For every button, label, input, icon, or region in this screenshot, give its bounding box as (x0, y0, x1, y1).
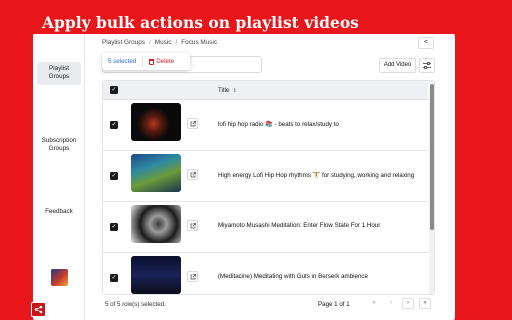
breadcrumb-separator: / (148, 39, 151, 46)
view-settings-button[interactable] (419, 58, 435, 73)
main-panel: Playlist Groups / Music / Focus Music < 5 se… (85, 34, 455, 320)
avatar[interactable] (51, 269, 68, 286)
selection-summary: 5 of 5 row(s) selected. (105, 301, 166, 308)
open-video-button[interactable] (187, 271, 198, 282)
sidebar-item-label: Subscription (41, 137, 77, 144)
open-video-button[interactable] (187, 220, 198, 231)
open-video-button[interactable] (187, 169, 198, 180)
table-row: ✓ High energy Lofi Hip Hop rhythms 🏋 for… (103, 151, 428, 202)
delete-button[interactable]: Delete (143, 58, 180, 65)
sidebar: Playlist Groups Subscription Groups Feed… (33, 34, 85, 320)
page-indicator: Page 1 of 1 (318, 301, 350, 308)
video-title: High energy Lofi Hip Hop rhythms 🏋 for s… (218, 172, 415, 179)
sidebar-item-subscription-groups[interactable]: Subscription Groups (37, 137, 81, 157)
add-video-button[interactable]: Add Video (379, 58, 416, 73)
sliders-icon (423, 62, 431, 69)
delete-label: Delete (156, 58, 175, 65)
first-page-button[interactable]: « (368, 298, 380, 309)
promo-title: Apply bulk actions on playlist videos (42, 13, 359, 32)
external-link-icon (190, 273, 196, 279)
breadcrumb-item-playlist-groups[interactable]: Playlist Groups (102, 39, 145, 46)
extension-logo[interactable] (31, 302, 46, 317)
table-header: ✓ Title ⇕ (103, 81, 428, 100)
open-video-button[interactable] (187, 118, 198, 129)
sort-icon: ⇕ (232, 88, 237, 94)
app-window: Playlist Groups Subscription Groups Feed… (33, 34, 455, 320)
videos-table: ✓ Title ⇕ ✓ lofi hip hop radio 📚 - beats … (102, 80, 435, 295)
table-row: ✓ (Meditacine) Meditating with Guts in B… (103, 253, 428, 294)
title-column-header[interactable]: Title ⇕ (218, 87, 237, 94)
collapse-button[interactable]: < (418, 37, 434, 49)
table-row: ✓ lofi hip hop radio 📚 - beats to relax/… (103, 100, 428, 151)
sidebar-item-label: Feedback (45, 208, 73, 215)
table-row: ✓ Miyamoto Musashi Meditation: Enter Flo… (103, 202, 428, 253)
scrollbar-thumb[interactable] (430, 84, 434, 230)
share-nodes-icon (34, 305, 43, 314)
external-link-icon (190, 120, 196, 126)
sidebar-item-label: Playlist (49, 65, 69, 72)
select-all-checkbox[interactable]: ✓ (110, 86, 118, 94)
selected-count: 5 selected (108, 58, 137, 65)
sidebar-item-feedback[interactable]: Feedback (37, 208, 81, 218)
next-page-button[interactable]: › (402, 298, 414, 309)
row-checkbox[interactable]: ✓ (110, 223, 118, 231)
external-link-icon (190, 171, 196, 177)
title-column-label: Title (218, 87, 230, 94)
sidebar-item-label: Groups (48, 73, 70, 80)
video-title: Miyamoto Musashi Meditation: Enter Flow … (218, 222, 381, 229)
external-link-icon (190, 222, 196, 228)
video-title: lofi hip hop radio 📚 - beats to relax/st… (218, 121, 339, 128)
row-checkbox[interactable]: ✓ (110, 121, 118, 129)
last-page-button[interactable]: » (419, 298, 431, 309)
trash-icon (149, 58, 155, 65)
video-thumbnail (131, 154, 181, 192)
breadcrumb-item-music[interactable]: Music (155, 39, 172, 46)
sidebar-item-playlist-groups[interactable]: Playlist Groups (37, 62, 81, 85)
bulk-action-bar: 5 selected Delete (102, 53, 190, 70)
video-title: (Meditacine) Meditating with Guts in Ber… (218, 273, 368, 280)
breadcrumb-item-focus-music: Focus Music (181, 39, 218, 46)
row-checkbox[interactable]: ✓ (110, 172, 118, 180)
video-thumbnail (131, 103, 181, 141)
video-thumbnail (131, 256, 181, 294)
row-checkbox[interactable]: ✓ (110, 274, 118, 282)
breadcrumb-separator: / (175, 39, 178, 46)
breadcrumb: Playlist Groups / Music / Focus Music (102, 39, 217, 46)
video-thumbnail (131, 205, 181, 243)
check-icon: ✓ (110, 86, 118, 94)
sidebar-item-label: Groups (48, 145, 70, 152)
previous-page-button[interactable]: ‹ (385, 298, 397, 309)
